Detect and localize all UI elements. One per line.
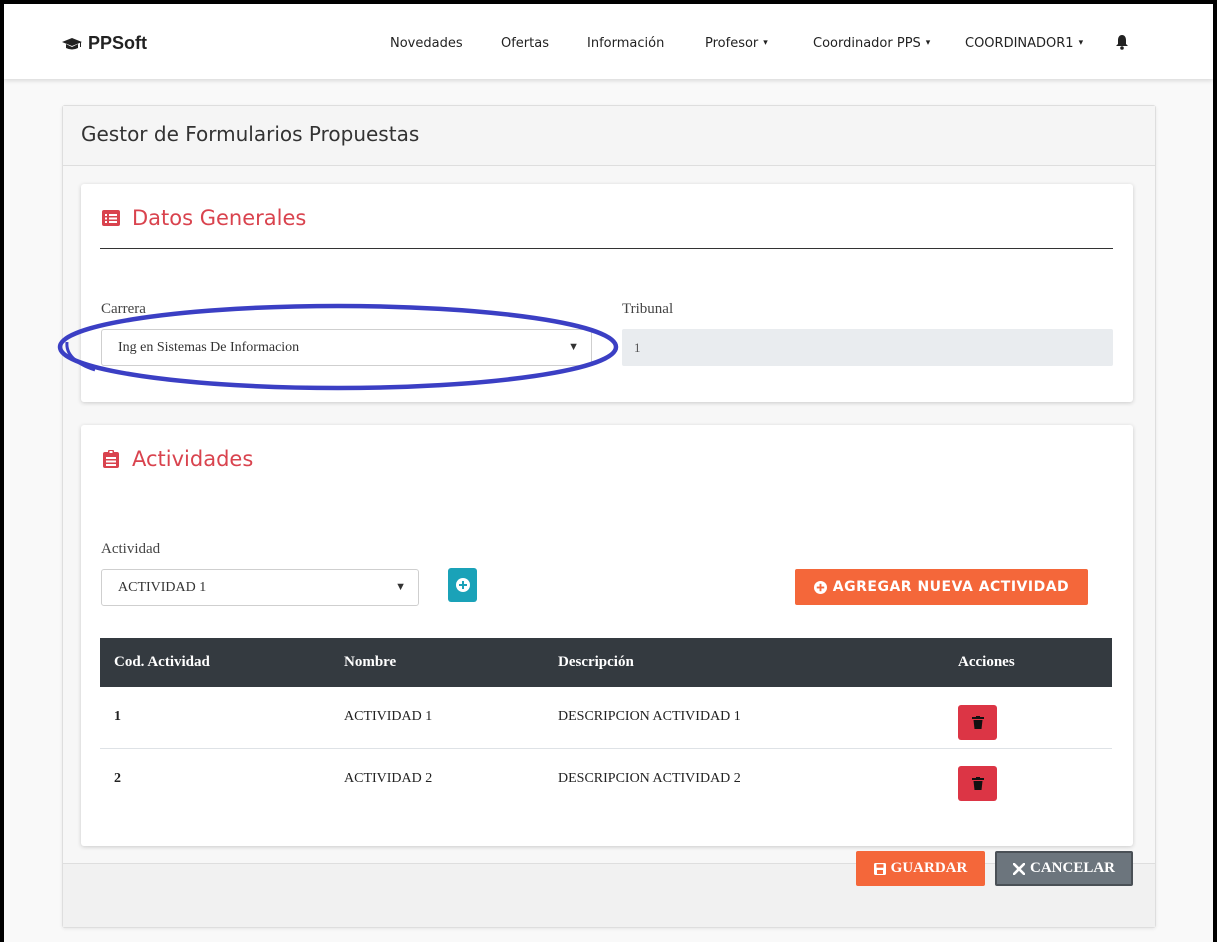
nav-item-label: Ofertas [501,36,549,51]
section-title-actividades: Actividades [102,447,253,471]
delete-row-button[interactable] [958,766,997,802]
new-activity-button[interactable]: AGREGAR NUEVA ACTIVIDAD [795,569,1088,605]
add-activity-button[interactable] [448,568,477,602]
cell-descripcion: DESCRIPCION ACTIVIDAD 1 [544,687,944,749]
list-alt-icon [102,210,120,226]
nav-item-label: Novedades [390,36,463,51]
cell-cod: 2 [114,770,121,786]
save-label: GUARDAR [890,860,968,876]
cancel-button[interactable]: CANCELAR [995,851,1133,886]
plus-circle-icon [455,578,470,592]
cancel-label: CANCELAR [1029,860,1115,876]
card-header: Gestor de Formularios Propuestas [63,106,1155,166]
chevron-down-icon: ▾ [763,38,768,48]
nav-item-novedades[interactable]: Novedades [390,36,463,51]
nav-item-coordinador-pps[interactable]: Coordinador PPS ▾ [813,36,930,51]
new-activity-label: AGREGAR NUEVA ACTIVIDAD [832,579,1070,595]
section-title-label: Datos Generales [132,206,307,230]
cell-nombre: ACTIVIDAD 2 [344,770,433,786]
card-footer [63,863,1155,927]
chevron-down-icon: ▾ [925,38,931,48]
section-divider [100,248,1113,249]
actividad-selected-value: ACTIVIDAD 1 [118,580,207,595]
nav-item-label: COORDINADOR1 [965,36,1074,51]
trash-icon [971,777,984,791]
cell-cod: 1 [100,687,330,749]
tribunal-field: 1 [622,329,1113,366]
actividad-label: Actividad [101,541,161,557]
cell-acciones [944,748,1112,809]
table-row: 2 ACTIVIDAD 2 DESCRIPCION ACTIVIDAD 2 [100,748,1112,809]
save-button[interactable]: GUARDAR [856,851,985,886]
column-header: Cod. Actividad [100,638,330,687]
nav-item-label: Coordinador PPS [813,36,921,51]
times-icon [1012,862,1025,875]
trash-icon [971,715,984,729]
column-header: Acciones [944,638,1112,687]
page-title: Gestor de Formularios Propuestas [81,122,420,146]
save-icon [873,862,886,875]
chevron-down-icon: ▾ [1078,38,1084,48]
tribunal-value: 1 [634,340,641,355]
nav-menu: Novedades Ofertas Información Profesor ▾ … [4,36,1213,56]
section-title-datos-generales: Datos Generales [102,206,306,230]
actividad-select[interactable]: ACTIVIDAD 1 ▼ [101,569,419,606]
nav-item-ofertas[interactable]: Ofertas [501,36,549,51]
annotation-ellipse [57,303,619,391]
cell-nombre: ACTIVIDAD 1 [330,687,544,749]
dropdown-arrow-icon: ▼ [395,581,406,593]
nav-item-user-menu[interactable]: COORDINADOR1 ▾ [965,36,1083,51]
top-navbar: PPSoft Novedades Ofertas Información Pro… [4,4,1213,79]
tribunal-label: Tribunal [622,301,674,317]
table-header-row: Cod. Actividad Nombre Descripción Accion… [100,638,1112,687]
nav-item-label: Profesor [705,36,759,51]
column-header: Nombre [330,638,544,687]
nav-item-label: Información [587,36,665,51]
section-title-label: Actividades [132,447,254,471]
table-row: 1 ACTIVIDAD 1 DESCRIPCION ACTIVIDAD 1 [100,687,1112,749]
activities-table: Cod. Actividad Nombre Descripción Accion… [100,638,1112,809]
nav-item-profesor[interactable]: Profesor ▾ [705,36,768,51]
column-header: Descripción [544,638,944,687]
cell-acciones [944,687,1112,749]
nav-item-informacion[interactable]: Información [587,36,664,51]
clipboard-list-icon [103,450,119,468]
cell-descripcion: DESCRIPCION ACTIVIDAD 2 [558,770,741,786]
plus-circle-icon [813,580,827,594]
bell-icon[interactable] [1115,34,1129,50]
delete-row-button[interactable] [958,704,997,740]
